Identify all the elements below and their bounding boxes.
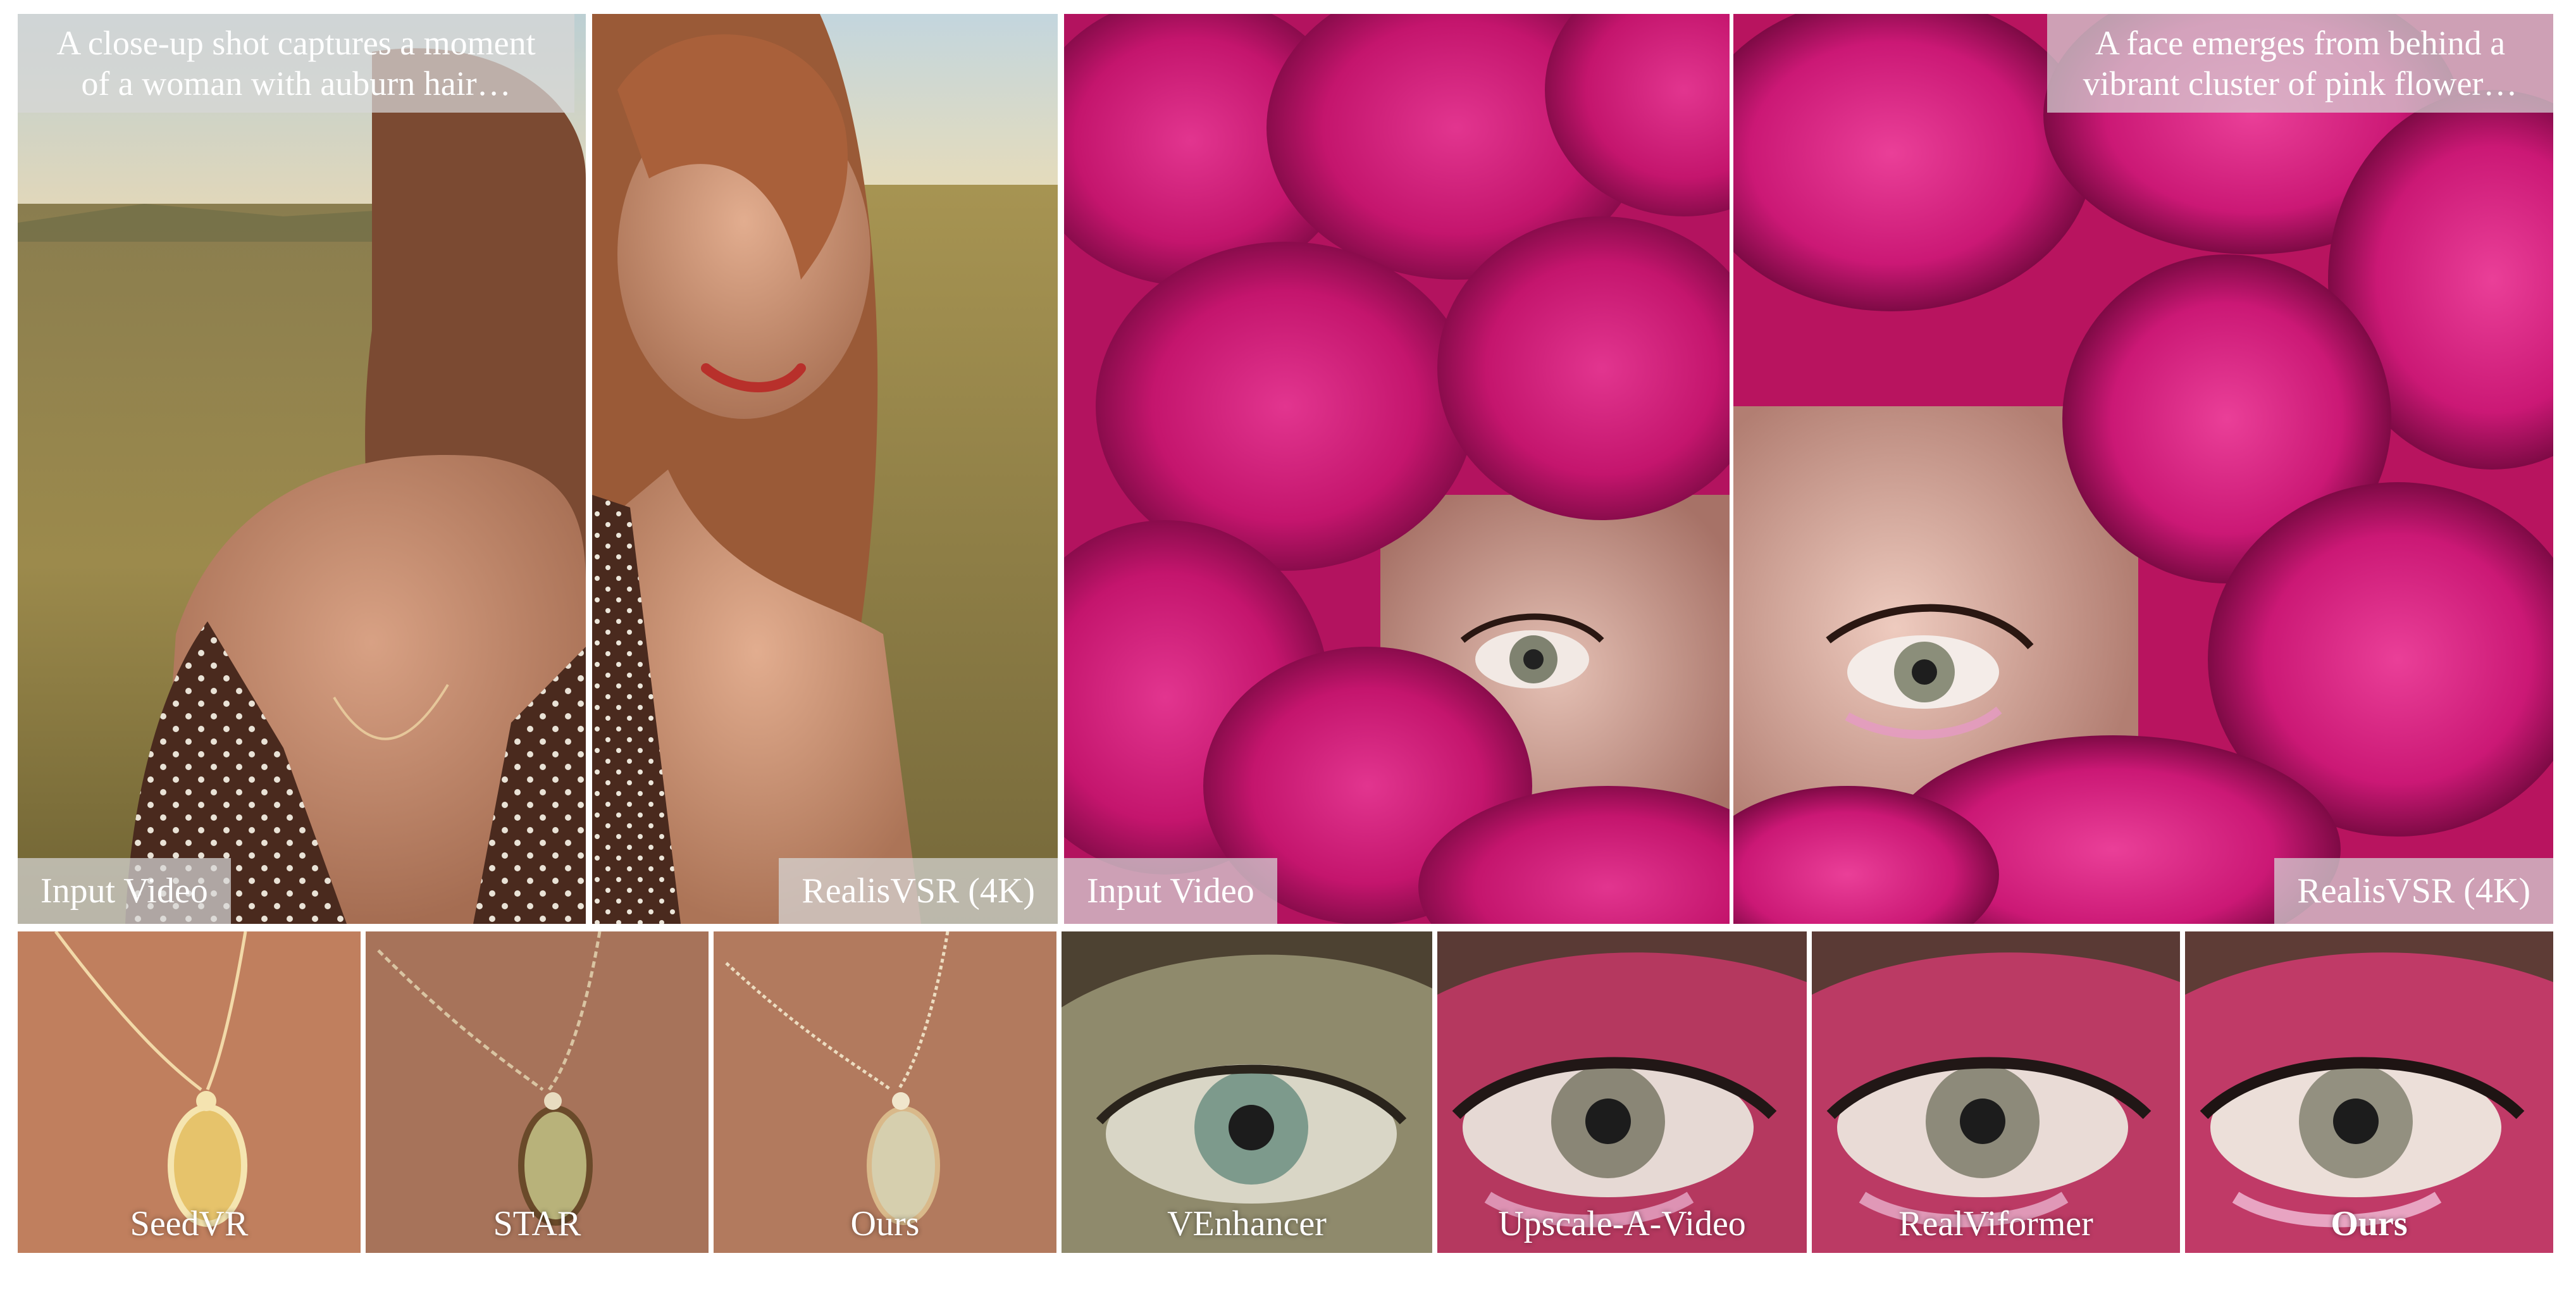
ours-eye-label: Ours bbox=[2331, 1204, 2408, 1243]
woman-input-label: Input Video bbox=[18, 858, 231, 924]
upscale-a-video-label: Upscale-A-Video bbox=[1498, 1204, 1746, 1243]
flower-input-panel: Input Video bbox=[1064, 14, 1730, 924]
crop-realviformer: RealViformer bbox=[1812, 931, 2180, 1253]
crop-ours-necklace: Ours bbox=[714, 931, 1056, 1253]
woman-output-label: RealisVSR (4K) bbox=[779, 858, 1058, 924]
seedvr-label: SeedVR bbox=[130, 1204, 249, 1243]
crop-star: STAR bbox=[366, 931, 709, 1253]
crop-upscale-a-video: Upscale-A-Video bbox=[1437, 931, 1807, 1253]
woman-input-panel: A close-up shot captures a moment of a w… bbox=[18, 14, 586, 924]
woman-output-panel: RealisVSR (4K) bbox=[592, 14, 1058, 924]
realviformer-label: RealViformer bbox=[1898, 1204, 2093, 1243]
flower-prompt-caption: A face emerges from behind a vibrant clu… bbox=[2047, 14, 2553, 113]
flower-output-image bbox=[1733, 14, 2553, 924]
flower-output-label: RealisVSR (4K) bbox=[2274, 858, 2553, 924]
woman-output-image bbox=[592, 14, 1058, 924]
woman-input-image bbox=[18, 14, 586, 924]
crop-ours-eye: Ours bbox=[2185, 931, 2553, 1253]
crop-seedvr: SeedVR bbox=[18, 931, 361, 1253]
flower-input-label: Input Video bbox=[1064, 858, 1277, 924]
ours-necklace-label: Ours bbox=[850, 1204, 920, 1243]
star-label: STAR bbox=[493, 1204, 581, 1243]
flower-input-image bbox=[1064, 14, 1730, 924]
flower-output-panel: A face emerges from behind a vibrant clu… bbox=[1733, 14, 2553, 924]
crop-venhancer: VEnhancer bbox=[1062, 931, 1432, 1253]
woman-prompt-caption: A close-up shot captures a moment of a w… bbox=[18, 14, 574, 113]
venhancer-label: VEnhancer bbox=[1167, 1204, 1327, 1243]
